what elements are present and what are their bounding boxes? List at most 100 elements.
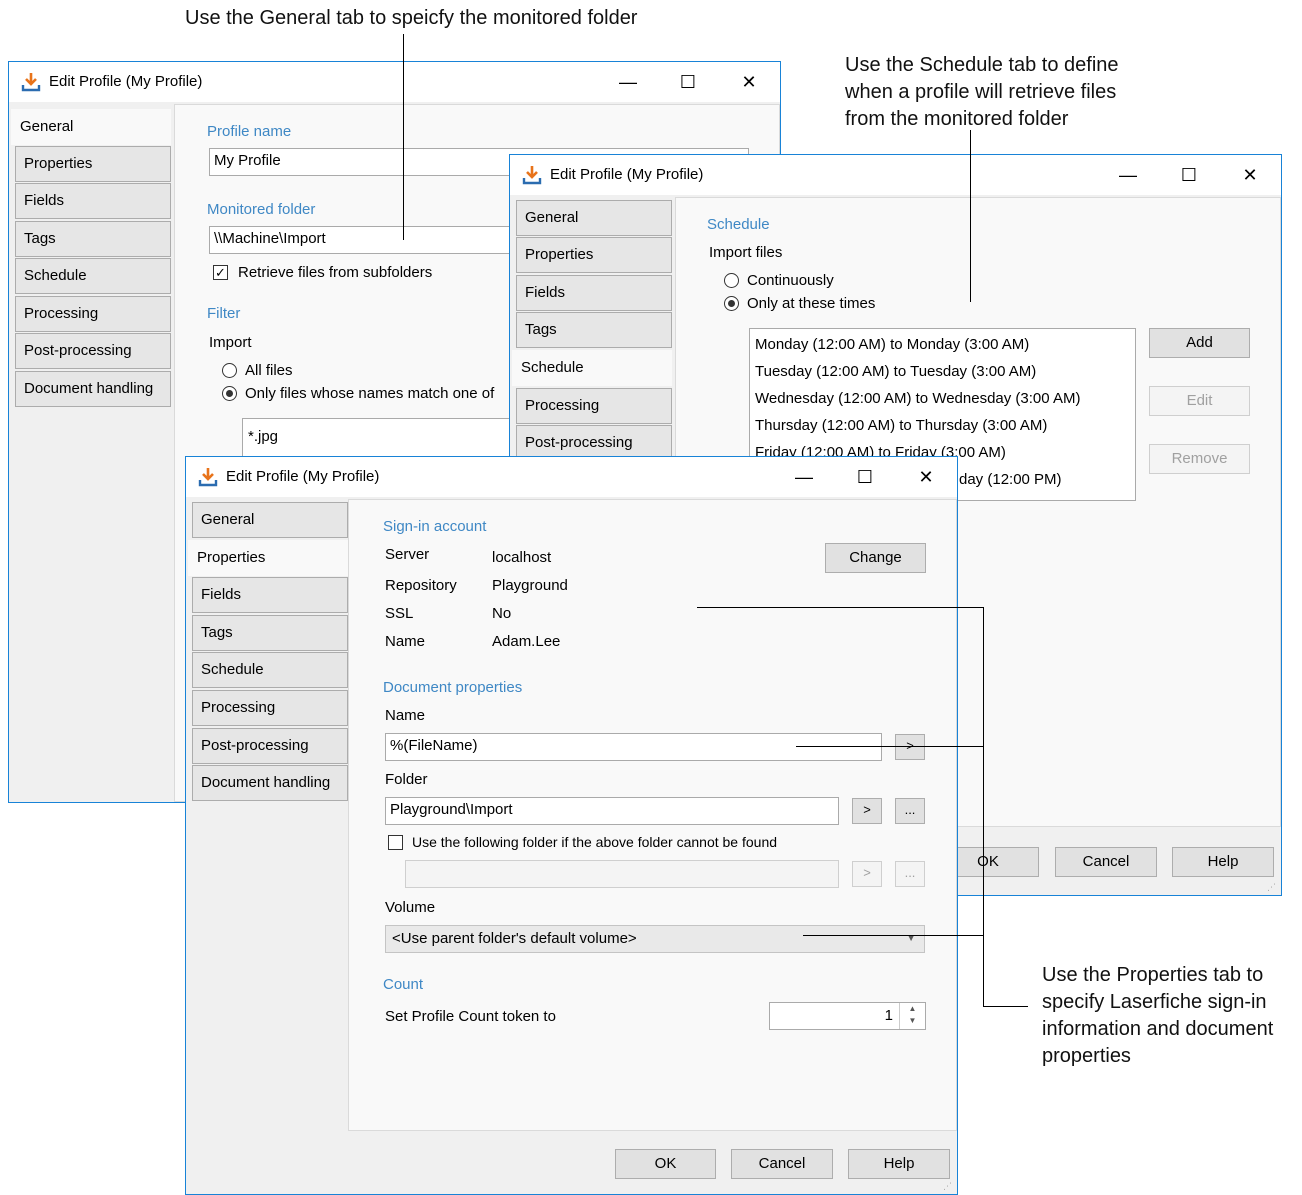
- change-button[interactable]: Change: [825, 543, 926, 573]
- close-icon[interactable]: ✕: [914, 465, 938, 489]
- list-item[interactable]: Wednesday (12:00 AM) to Wednesday (3:00 …: [755, 390, 1080, 407]
- all-files-radio[interactable]: [222, 363, 237, 378]
- fallback-token-button[interactable]: >: [852, 861, 882, 887]
- fallback-folder-checkbox[interactable]: [388, 835, 403, 850]
- fallback-browse-button[interactable]: ...: [895, 861, 925, 887]
- list-item[interactable]: Tuesday (12:00 AM) to Tuesday (3:00 AM): [755, 363, 1036, 380]
- tab-post-processing[interactable]: Post-processing: [15, 333, 171, 369]
- add-button[interactable]: Add: [1149, 328, 1250, 358]
- monitored-folder-label: Monitored folder: [207, 201, 316, 218]
- folder-browse-button[interactable]: ...: [895, 798, 925, 824]
- repository-label: Repository: [385, 577, 457, 594]
- tab-tags[interactable]: Tags: [516, 312, 672, 348]
- annotation-line: Use the Properties tab to: [1042, 964, 1264, 986]
- tab-post-processing[interactable]: Post-processing: [192, 728, 348, 764]
- tab-schedule[interactable]: Schedule: [512, 350, 672, 386]
- tab-schedule[interactable]: Schedule: [15, 258, 171, 294]
- tab-tags[interactable]: Tags: [192, 615, 348, 651]
- maximize-icon[interactable]: ☐: [676, 70, 700, 94]
- maximize-icon[interactable]: ☐: [853, 465, 877, 489]
- minimize-icon[interactable]: —: [616, 70, 640, 94]
- doc-name-token-button[interactable]: >: [895, 734, 925, 760]
- annotation-line: when a profile will retrieve files: [845, 81, 1117, 103]
- list-item[interactable]: Thursday (12:00 AM) to Thursday (3:00 AM…: [755, 417, 1047, 434]
- doc-name-input[interactable]: %(FileName): [385, 733, 882, 761]
- repository-value: Playground: [492, 577, 568, 594]
- callout-line-properties-top: [697, 607, 983, 608]
- download-icon: [522, 166, 542, 185]
- list-item[interactable]: day (12:00 PM): [959, 471, 1062, 488]
- annotation-line: Use the Schedule tab to define: [845, 54, 1119, 76]
- document-properties-label: Document properties: [383, 679, 523, 696]
- tab-processing[interactable]: Processing: [516, 388, 672, 424]
- tab-fields[interactable]: Fields: [192, 577, 348, 613]
- window-title: Edit Profile (My Profile): [49, 73, 203, 90]
- window-title: Edit Profile (My Profile): [226, 468, 380, 485]
- tab-document-handling[interactable]: Document handling: [15, 371, 171, 407]
- title-bar: Edit Profile (My Profile) — ☐ ✕: [186, 457, 957, 497]
- continuously-label: Continuously: [747, 272, 834, 289]
- server-label: Server: [385, 546, 430, 563]
- maximize-icon[interactable]: ☐: [1177, 163, 1201, 187]
- count-value: 1: [884, 1007, 893, 1024]
- fallback-folder-input[interactable]: [405, 860, 839, 888]
- tab-properties[interactable]: Properties: [516, 237, 672, 273]
- ssl-value: No: [492, 605, 512, 622]
- cancel-button[interactable]: Cancel: [1055, 847, 1157, 877]
- tab-properties[interactable]: Properties: [15, 146, 171, 182]
- tab-properties[interactable]: Properties: [188, 540, 348, 576]
- folder-input[interactable]: Playground\Import: [385, 797, 839, 825]
- only-times-radio[interactable]: [724, 296, 739, 311]
- name-value: Adam.Lee: [492, 633, 561, 650]
- edit-button[interactable]: Edit: [1149, 386, 1250, 416]
- close-icon[interactable]: ✕: [1238, 163, 1262, 187]
- list-item[interactable]: Monday (12:00 AM) to Monday (3:00 AM): [755, 336, 1029, 353]
- cancel-button[interactable]: Cancel: [731, 1149, 833, 1179]
- stepper-arrows-icon[interactable]: ▲ ▼: [899, 1003, 925, 1029]
- folder-token-button[interactable]: >: [852, 798, 882, 824]
- title-bar: Edit Profile (My Profile) — ☐ ✕: [9, 62, 780, 102]
- import-files-label: Import files: [709, 244, 783, 261]
- title-bar: Edit Profile (My Profile) — ☐ ✕: [510, 155, 1281, 195]
- monitored-folder-input[interactable]: \\Machine\Import: [209, 226, 511, 254]
- annotation-general: Use the General tab to speicfy the monit…: [185, 7, 638, 29]
- list-item[interactable]: *.jpg: [248, 428, 278, 445]
- subfolders-checkbox[interactable]: ✓: [213, 265, 228, 280]
- tab-tags[interactable]: Tags: [15, 221, 171, 257]
- only-files-radio[interactable]: [222, 386, 237, 401]
- continuously-radio[interactable]: [724, 273, 739, 288]
- count-stepper[interactable]: 1 ▲ ▼: [769, 1002, 926, 1030]
- help-button[interactable]: Help: [1172, 847, 1274, 877]
- tab-processing[interactable]: Processing: [15, 296, 171, 332]
- tab-general[interactable]: General: [516, 200, 672, 236]
- tab-general[interactable]: General: [11, 109, 171, 145]
- resize-grip-icon[interactable]: ⋰: [943, 1180, 955, 1192]
- remove-button[interactable]: Remove: [1149, 444, 1250, 474]
- minimize-icon[interactable]: —: [792, 465, 816, 489]
- callout-line-properties-name: [796, 746, 983, 747]
- annotation-line: properties: [1042, 1045, 1131, 1067]
- tab-general[interactable]: General: [192, 502, 348, 538]
- all-files-label: All files: [245, 362, 293, 379]
- tab-fields[interactable]: Fields: [15, 183, 171, 219]
- profile-name-label: Profile name: [207, 123, 292, 140]
- volume-select[interactable]: <Use parent folder's default volume> ▼: [385, 925, 925, 953]
- tab-fields[interactable]: Fields: [516, 275, 672, 311]
- subfolders-label: Retrieve files from subfolders: [238, 264, 433, 281]
- minimize-icon[interactable]: —: [1116, 163, 1140, 187]
- tab-schedule[interactable]: Schedule: [192, 652, 348, 688]
- folder-label: Folder: [385, 771, 428, 788]
- tab-document-handling[interactable]: Document handling: [192, 765, 348, 801]
- pattern-list[interactable]: *.jpg: [242, 418, 512, 458]
- help-button[interactable]: Help: [848, 1149, 950, 1179]
- close-icon[interactable]: ✕: [737, 70, 761, 94]
- volume-selected-value: <Use parent folder's default volume>: [392, 930, 637, 947]
- tab-processing[interactable]: Processing: [192, 690, 348, 726]
- callout-line-general: [403, 34, 404, 240]
- chevron-down-icon: ▼: [906, 933, 916, 944]
- ok-button[interactable]: OK: [615, 1149, 716, 1179]
- download-icon: [198, 468, 218, 487]
- callout-line-schedule: [970, 130, 971, 302]
- resize-grip-icon[interactable]: ⋰: [1267, 881, 1279, 893]
- count-label: Count: [383, 976, 424, 993]
